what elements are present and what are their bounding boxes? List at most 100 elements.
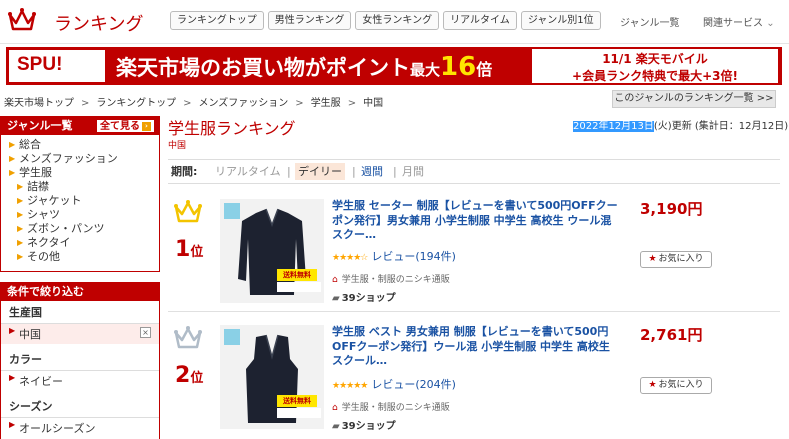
breadcrumb-item[interactable]: 楽天市場トップ — [4, 98, 74, 109]
shop-name-text: 学生服・制服のニシキ通販 — [341, 403, 450, 413]
shop-name[interactable]: ⌂ 学生服・制服のニシキ通販 — [332, 400, 450, 413]
rating: ★★★★☆ レビュー(194件) — [332, 248, 456, 264]
tab-separator: | — [287, 165, 291, 178]
remove-filter-icon[interactable]: × — [140, 327, 151, 338]
sidebar-item-necktie[interactable]: ▶ ネクタイ — [1, 236, 159, 250]
shop-39-badge: ▰ 39ショップ — [332, 417, 396, 432]
product-image[interactable]: 送料無料 — [220, 199, 324, 303]
filter-color-navy[interactable]: ▶ ネイビー — [1, 371, 159, 391]
tab-separator: | — [393, 165, 397, 178]
filter-value: オールシーズン — [19, 422, 96, 435]
sidebar-item-pants[interactable]: ▶ ズボン・パンツ — [1, 222, 159, 236]
add-favorite-button[interactable]: ★ お気に入り — [640, 377, 712, 394]
nav-realtime[interactable]: リアルタイム — [443, 11, 517, 30]
breadcrumb-item[interactable]: 学生服 — [311, 98, 341, 109]
product-image[interactable]: 送料無料 — [220, 325, 324, 429]
filter-country-china[interactable]: ▶ 中国 × — [1, 324, 159, 344]
filter-value: 中国 — [19, 328, 41, 341]
breadcrumb-separator: > — [81, 98, 90, 109]
breadcrumb-item[interactable]: メンズファッション — [198, 98, 288, 109]
sidebar-item-mens-fashion[interactable]: ▶ メンズファッション — [1, 152, 159, 166]
update-info: 2022年12月13日(火)更新 (集計日：12月12日) — [573, 117, 788, 132]
related-services-label: 関連サービス — [703, 18, 763, 29]
nav-genre-first[interactable]: ジャンル別1位 — [520, 11, 601, 30]
nav-men-ranking[interactable]: 男性ランキング — [267, 11, 352, 30]
sidebar-item-school-uniform[interactable]: ▶ 学生服 — [1, 166, 159, 180]
site-header: ランキング ランキングトップ 男性ランキング 女性ランキング リアルタイム ジャ… — [0, 0, 789, 44]
ranking-logo-text[interactable]: ランキング — [54, 10, 143, 36]
sidebar-item-shirt[interactable]: ▶ シャツ — [1, 208, 159, 222]
spu-logo: SPU! — [17, 54, 63, 75]
gold-crown-icon — [174, 200, 202, 223]
breadcrumb-separator: > — [183, 98, 192, 109]
sidebar-item-tsumeeri[interactable]: ▶ 詰襟 — [1, 180, 159, 194]
triangle-right-icon: ▶ — [17, 210, 24, 219]
ranking-item: 2位 送料無料 学生服 ベスト 男女兼用 制服【レビューを書いて500円OFFク… — [168, 325, 780, 439]
product-title-link[interactable]: 学生服 セーター 制服【レビューを書いて500円OFFクーポン発行】男女兼用 小… — [332, 199, 624, 243]
shop-name-text: 学生服・制服のニシキ通販 — [341, 275, 450, 285]
rating: ★★★★★ レビュー(204件) — [332, 376, 456, 392]
see-all-button[interactable]: 全て見る › — [96, 119, 155, 133]
favorite-label: お気に入り — [658, 254, 704, 264]
tab-weekly[interactable]: 週間 — [361, 160, 383, 183]
tab-realtime[interactable]: リアルタイム — [215, 160, 281, 183]
product-title-link[interactable]: 学生服 ベスト 男女兼用 制服【レビューを書いて500円OFFクーポン発行】ウー… — [332, 325, 624, 369]
sidebar-item-label: ズボン・パンツ — [27, 222, 105, 235]
sidebar-item-label: 詰襟 — [27, 180, 49, 193]
shop-name[interactable]: ⌂ 学生服・制服のニシキ通販 — [332, 272, 450, 285]
filter-season-all[interactable]: ▶ オールシーズン — [1, 418, 159, 438]
genre-list-title: ジャンル一覧 — [7, 119, 73, 132]
sidebar-item-general[interactable]: ▶ 総合 — [1, 138, 159, 152]
genre-list-link[interactable]: ジャンル一覧 — [620, 14, 680, 29]
banner-text-c: 倍 — [476, 60, 493, 79]
review-count-link[interactable]: レビュー(204件) — [371, 378, 456, 391]
badge-tag-icon — [224, 203, 240, 219]
sidebar-item-label: シャツ — [27, 208, 60, 221]
sidebar-item-other[interactable]: ▶ その他 — [1, 250, 159, 264]
free-shipping-badge: 送料無料 — [277, 395, 317, 407]
sidebar-item-label: その他 — [27, 250, 60, 263]
tab-daily[interactable]: デイリー — [295, 163, 345, 180]
tab-monthly[interactable]: 月間 — [402, 160, 424, 183]
product-price: 3,190円 — [640, 200, 703, 218]
breadcrumb-item[interactable]: ランキングトップ — [96, 98, 176, 109]
triangle-right-icon: ▶ — [17, 252, 24, 261]
crown-logo-icon[interactable] — [8, 7, 36, 33]
spu-logo-box: SPU! — [9, 50, 105, 82]
sidebar-item-label: メンズファッション — [19, 152, 118, 165]
star-rating: ★★★★★ — [332, 381, 368, 391]
review-count-link[interactable]: レビュー(194件) — [371, 250, 456, 263]
shop-39-text: 39ショップ — [341, 421, 396, 432]
triangle-right-icon: ▶ — [9, 154, 16, 163]
nav-women-ranking[interactable]: 女性ランキング — [355, 11, 440, 30]
filter-title-color: カラー — [1, 348, 159, 371]
spu-banner[interactable]: SPU! 楽天市場のお買い物がポイント最大16倍 11/1 楽天モバイル +会員… — [6, 47, 782, 85]
banner-text-b: 最大 — [410, 61, 441, 79]
add-favorite-button[interactable]: ★ お気に入り — [640, 251, 712, 268]
shop-icon: ⌂ — [332, 403, 338, 413]
rank-unit: 位 — [190, 371, 204, 386]
sidebar-item-jacket[interactable]: ▶ ジャケット — [1, 194, 159, 208]
star-rating: ★★★★☆ — [332, 253, 368, 263]
banner-big-number: 16 — [440, 52, 477, 82]
breadcrumb-item[interactable]: 中国 — [363, 98, 383, 109]
banner-main-text: 楽天市場のお買い物がポイント最大16倍 — [116, 52, 492, 82]
item-divider — [168, 311, 780, 312]
triangle-right-icon: ▶ — [17, 224, 24, 233]
banner-mobile-promo: 11/1 楽天モバイル +会員ランク特典で最大+3倍! — [532, 49, 778, 83]
page-title: 学生服ランキング — [168, 119, 296, 138]
banner-promo-line1: 11/1 楽天モバイル — [602, 52, 708, 66]
silver-crown-icon — [174, 326, 202, 349]
genre-list-header: ジャンル一覧 全て見る › — [1, 117, 159, 135]
genre-ranking-list-button[interactable]: このジャンルのランキング一覧 >> — [612, 90, 776, 108]
genre-items: ▶ 総合 ▶ メンズファッション ▶ 学生服 ▶ 詰襟 ▶ ジャケット ▶ シャツ ▶ ズボン… — [1, 135, 159, 264]
period-tabs: 期間: リアルタイム | デイリー | 週間 | 月間 — [168, 159, 780, 184]
shop-39-badge: ▰ 39ショップ — [332, 289, 396, 304]
sidebar-item-label: 総合 — [19, 138, 41, 151]
related-services-menu[interactable]: 関連サービス ⌄ — [703, 14, 775, 29]
truck-icon: ▰ — [332, 293, 340, 304]
nav-ranking-top[interactable]: ランキングトップ — [170, 11, 264, 30]
triangle-right-icon: ▶ — [17, 182, 24, 191]
update-date: 2022年12月13日 — [573, 121, 654, 132]
triangle-right-icon: ▶ — [9, 420, 16, 429]
